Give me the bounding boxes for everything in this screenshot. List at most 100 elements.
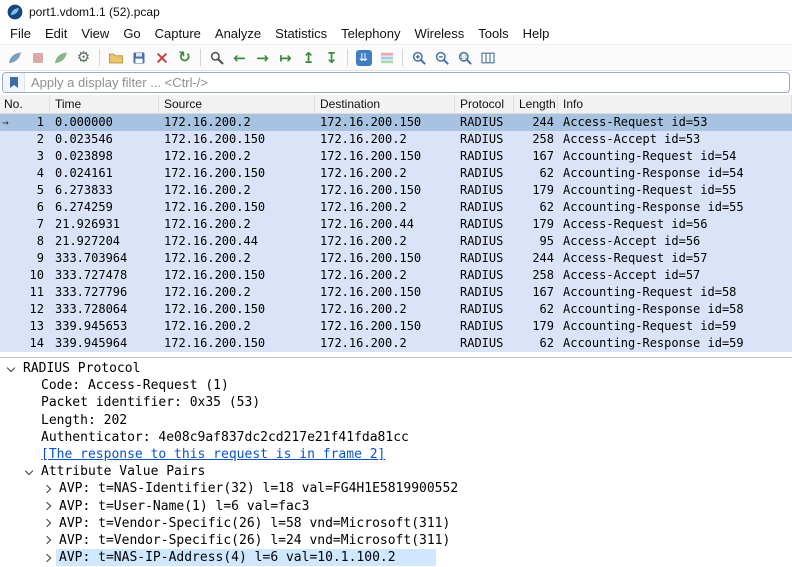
packet-row-14[interactable]: 14339.945964172.16.200.150172.16.200.2RA… <box>0 335 792 352</box>
packet-row-4[interactable]: 40.024161172.16.200.150172.16.200.2RADIU… <box>0 165 792 182</box>
go-back-icon[interactable]: ← <box>228 46 251 69</box>
info-cell: Accounting-Request id=58 <box>558 284 792 301</box>
go-forward-icon[interactable]: → <box>251 46 274 69</box>
time-cell: 0.000000 <box>50 114 159 131</box>
zoom-out-icon[interactable] <box>430 46 453 69</box>
info-cell: Accounting-Response id=58 <box>558 301 792 318</box>
start-capture-icon[interactable] <box>3 46 26 69</box>
go-last-packet-icon[interactable]: ↧ <box>320 46 343 69</box>
packet-row-3[interactable]: 30.023898172.16.200.2172.16.200.150RADIU… <box>0 148 792 165</box>
collapse-icon[interactable] <box>2 367 20 371</box>
zoom-100-icon[interactable]: 1:1 <box>453 46 476 69</box>
packet-row-12[interactable]: 12333.728064172.16.200.150172.16.200.2RA… <box>0 301 792 318</box>
column-header-protocol[interactable]: Protocol <box>455 95 514 113</box>
detail-line[interactable]: AVP: t=Vendor-Specific(26) l=58 vnd=Micr… <box>2 515 792 532</box>
detail-line[interactable]: AVP: t=NAS-Identifier(32) l=18 val=FG4H1… <box>2 480 792 497</box>
close-file-icon[interactable] <box>150 46 173 69</box>
menu-go[interactable]: Go <box>116 24 147 43</box>
detail-line[interactable]: Packet identifier: 0x35 (53) <box>2 394 792 411</box>
detail-line[interactable]: RADIUS Protocol <box>2 360 792 377</box>
detail-line[interactable]: AVP: t=User-Name(1) l=6 val=fac3 <box>2 498 792 515</box>
menu-wireless[interactable]: Wireless <box>407 24 471 43</box>
stop-capture-icon[interactable] <box>26 46 49 69</box>
expand-icon[interactable] <box>38 537 56 543</box>
detail-line[interactable]: Attribute Value Pairs <box>2 463 792 480</box>
packet-row-11[interactable]: 11333.727796172.16.200.2172.16.200.150RA… <box>0 284 792 301</box>
column-header-no[interactable]: No. <box>0 95 50 113</box>
info-cell: Accounting-Response id=55 <box>558 199 792 216</box>
display-filter-input[interactable]: Apply a display filter ... <Ctrl-/> <box>2 72 790 93</box>
detail-text: Length: 202 <box>38 412 130 429</box>
source-cell: 172.16.200.2 <box>159 148 315 165</box>
menu-help[interactable]: Help <box>516 24 557 43</box>
find-packet-icon[interactable] <box>205 46 228 69</box>
menu-view[interactable]: View <box>74 24 116 43</box>
expand-icon[interactable] <box>38 555 56 561</box>
packet-row-9[interactable]: 9333.703964172.16.200.2172.16.200.150RAD… <box>0 250 792 267</box>
packet-row-7[interactable]: 721.926931172.16.200.2172.16.200.44RADIU… <box>0 216 792 233</box>
destination-cell: 172.16.200.2 <box>315 267 455 284</box>
time-cell: 21.927204 <box>50 233 159 250</box>
protocol-cell: RADIUS <box>455 301 514 318</box>
packet-row-6[interactable]: 66.274259172.16.200.150172.16.200.2RADIU… <box>0 199 792 216</box>
info-cell: Accounting-Request id=59 <box>558 318 792 335</box>
menu-telephony[interactable]: Telephony <box>334 24 407 43</box>
detail-line[interactable]: Length: 202 <box>2 412 792 429</box>
filter-bookmark-icon[interactable] <box>3 73 25 92</box>
column-header-info[interactable]: Info <box>558 95 792 113</box>
auto-scroll-icon[interactable]: ⇊ <box>352 46 375 69</box>
column-header-time[interactable]: Time <box>50 95 159 113</box>
response-link[interactable]: [The response to this request is in fram… <box>2 446 792 463</box>
collapse-icon[interactable] <box>20 470 38 474</box>
menu-bar: FileEditViewGoCaptureAnalyzeStatisticsTe… <box>0 23 792 44</box>
menu-edit[interactable]: Edit <box>38 24 74 43</box>
menu-capture[interactable]: Capture <box>148 24 208 43</box>
packet-row-1[interactable]: 1→0.000000172.16.200.2172.16.200.150RADI… <box>0 114 792 131</box>
menu-file[interactable]: File <box>3 24 38 43</box>
length-cell: 62 <box>514 335 558 352</box>
packet-row-13[interactable]: 13339.945653172.16.200.2172.16.200.150RA… <box>0 318 792 335</box>
packet-row-10[interactable]: 10333.727478172.16.200.150172.16.200.2RA… <box>0 267 792 284</box>
expand-icon[interactable] <box>38 520 56 526</box>
open-file-icon[interactable] <box>104 46 127 69</box>
expand-icon[interactable] <box>38 486 56 492</box>
source-cell: 172.16.200.150 <box>159 267 315 284</box>
detail-line[interactable]: Code: Access-Request (1) <box>2 377 792 394</box>
destination-cell: 172.16.200.2 <box>315 199 455 216</box>
detail-text: Authenticator: 4e08c9af837dc2cd217e21f41… <box>38 429 412 446</box>
protocol-cell: RADIUS <box>455 335 514 352</box>
capture-options-icon[interactable]: ⚙ <box>72 46 95 69</box>
packet-row-2[interactable]: 20.023546172.16.200.150172.16.200.2RADIU… <box>0 131 792 148</box>
destination-cell: 172.16.200.2 <box>315 335 455 352</box>
no-cell: 3 <box>0 148 50 165</box>
menu-tools[interactable]: Tools <box>471 24 515 43</box>
colorize-icon[interactable] <box>375 46 398 69</box>
go-to-packet-icon[interactable]: ↦ <box>274 46 297 69</box>
source-cell: 172.16.200.150 <box>159 165 315 182</box>
detail-text: Attribute Value Pairs <box>38 463 208 480</box>
restart-capture-icon[interactable] <box>49 46 72 69</box>
zoom-in-icon[interactable] <box>407 46 430 69</box>
no-cell: 9 <box>0 250 50 267</box>
expand-icon[interactable] <box>38 503 56 509</box>
go-first-packet-icon[interactable]: ↥ <box>297 46 320 69</box>
detail-line[interactable]: AVP: t=Vendor-Specific(26) l=24 vnd=Micr… <box>2 532 792 549</box>
reload-file-icon[interactable]: ↻ <box>173 46 196 69</box>
no-cell: 14 <box>0 335 50 352</box>
detail-text: AVP: t=Vendor-Specific(26) l=58 vnd=Micr… <box>56 515 453 532</box>
save-file-icon[interactable] <box>127 46 150 69</box>
column-header-destination[interactable]: Destination <box>315 95 455 113</box>
menu-analyze[interactable]: Analyze <box>208 24 268 43</box>
detail-line[interactable]: AVP: t=NAS-IP-Address(4) l=6 val=10.1.10… <box>2 549 792 566</box>
packet-row-5[interactable]: 56.273833172.16.200.2172.16.200.150RADIU… <box>0 182 792 199</box>
packet-row-8[interactable]: 821.927204172.16.200.44172.16.200.2RADIU… <box>0 233 792 250</box>
menu-statistics[interactable]: Statistics <box>268 24 334 43</box>
detail-line[interactable]: Authenticator: 4e08c9af837dc2cd217e21f41… <box>2 429 792 446</box>
resize-columns-icon[interactable] <box>476 46 499 69</box>
info-cell: Accounting-Request id=55 <box>558 182 792 199</box>
column-header-source[interactable]: Source <box>159 95 315 113</box>
packet-list-header: No.TimeSourceDestinationProtocolLengthIn… <box>0 95 792 114</box>
source-cell: 172.16.200.150 <box>159 131 315 148</box>
length-cell: 95 <box>514 233 558 250</box>
column-header-length[interactable]: Length <box>514 95 558 113</box>
